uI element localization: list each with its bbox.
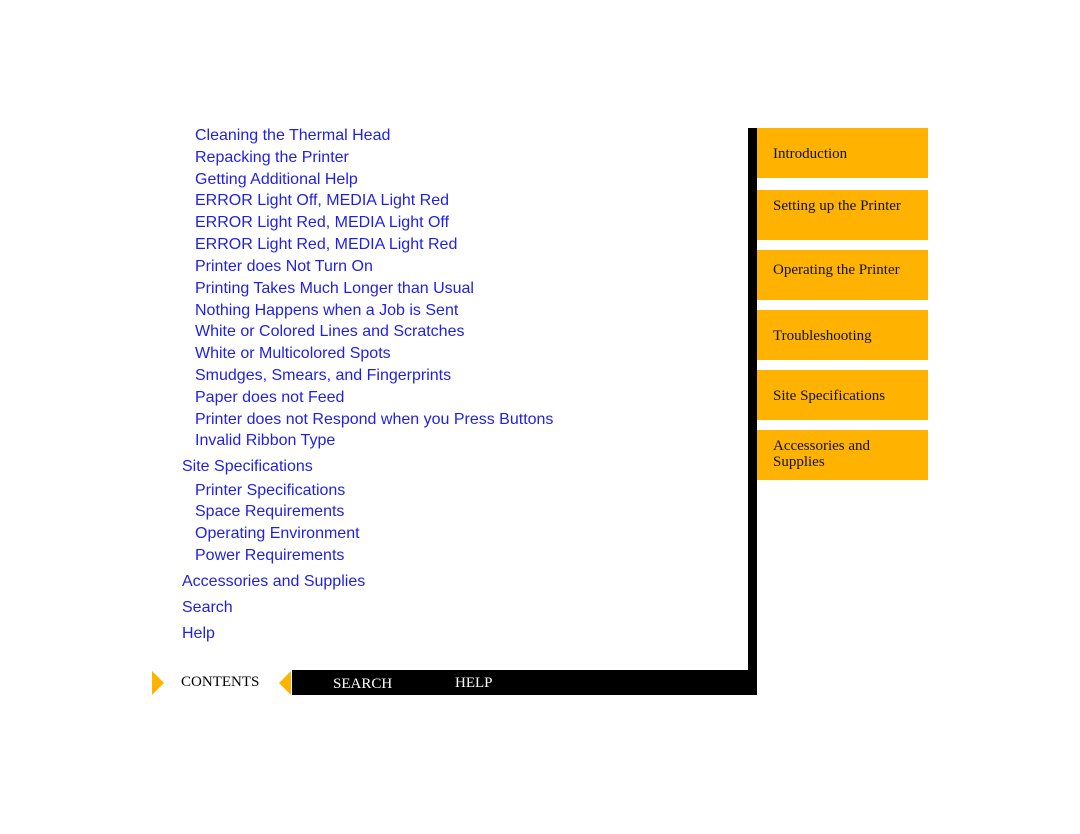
contents-link[interactable]: Site Specifications bbox=[182, 457, 313, 477]
contents-link[interactable]: ERROR Light Off, MEDIA Light Red bbox=[195, 191, 449, 211]
contents-link[interactable]: Smudges, Smears, and Fingerprints bbox=[195, 366, 451, 386]
contents-link[interactable]: Cleaning the Thermal Head bbox=[195, 126, 390, 146]
contents-link[interactable]: Printer does Not Turn On bbox=[195, 257, 373, 277]
search-button[interactable]: SEARCH bbox=[333, 676, 392, 693]
contents-link[interactable]: Space Requirements bbox=[195, 502, 344, 522]
contents-link[interactable]: Getting Additional Help bbox=[195, 170, 358, 190]
help-button[interactable]: HELP bbox=[455, 675, 493, 692]
contents-link[interactable]: Operating Environment bbox=[195, 524, 360, 544]
contents-arrow-icon bbox=[152, 671, 164, 695]
contents-link[interactable]: Accessories and Supplies bbox=[182, 572, 365, 592]
contents-link[interactable]: Paper does not Feed bbox=[195, 388, 344, 408]
contents-link[interactable]: Search bbox=[182, 598, 233, 618]
chapter-tab[interactable]: Troubleshooting bbox=[757, 310, 928, 360]
contents-link[interactable]: Help bbox=[182, 624, 215, 644]
contents-link[interactable]: Repacking the Printer bbox=[195, 148, 349, 168]
page: Cleaning the Thermal Head Repacking the P… bbox=[0, 0, 1080, 834]
contents-link[interactable]: Nothing Happens when a Job is Sent bbox=[195, 301, 458, 321]
chapter-tab[interactable]: Accessories and Supplies bbox=[757, 430, 928, 480]
divider-bar bbox=[748, 128, 757, 695]
contents-button[interactable]: CONTENTS bbox=[181, 674, 259, 691]
contents-link[interactable]: Printing Takes Much Longer than Usual bbox=[195, 279, 474, 299]
chapter-tab[interactable]: Introduction bbox=[757, 128, 928, 178]
contents-link[interactable]: White or Multicolored Spots bbox=[195, 344, 391, 364]
contents-link[interactable]: ERROR Light Red, MEDIA Light Red bbox=[195, 235, 457, 255]
contents-link[interactable]: Invalid Ribbon Type bbox=[195, 431, 335, 451]
chapter-tab[interactable]: Setting up the Printer bbox=[757, 190, 928, 240]
contents-link[interactable]: White or Colored Lines and Scratches bbox=[195, 322, 464, 342]
chapter-tab[interactable]: Operating the Printer bbox=[757, 250, 928, 300]
contents-link[interactable]: Printer Specifications bbox=[195, 481, 345, 501]
contents-link[interactable]: Power Requirements bbox=[195, 546, 344, 566]
chapter-tab[interactable]: Site Specifications bbox=[757, 370, 928, 420]
contents-link[interactable]: ERROR Light Red, MEDIA Light Off bbox=[195, 213, 449, 233]
back-arrow-icon bbox=[279, 671, 291, 695]
contents-link[interactable]: Printer does not Respond when you Press … bbox=[195, 410, 553, 430]
